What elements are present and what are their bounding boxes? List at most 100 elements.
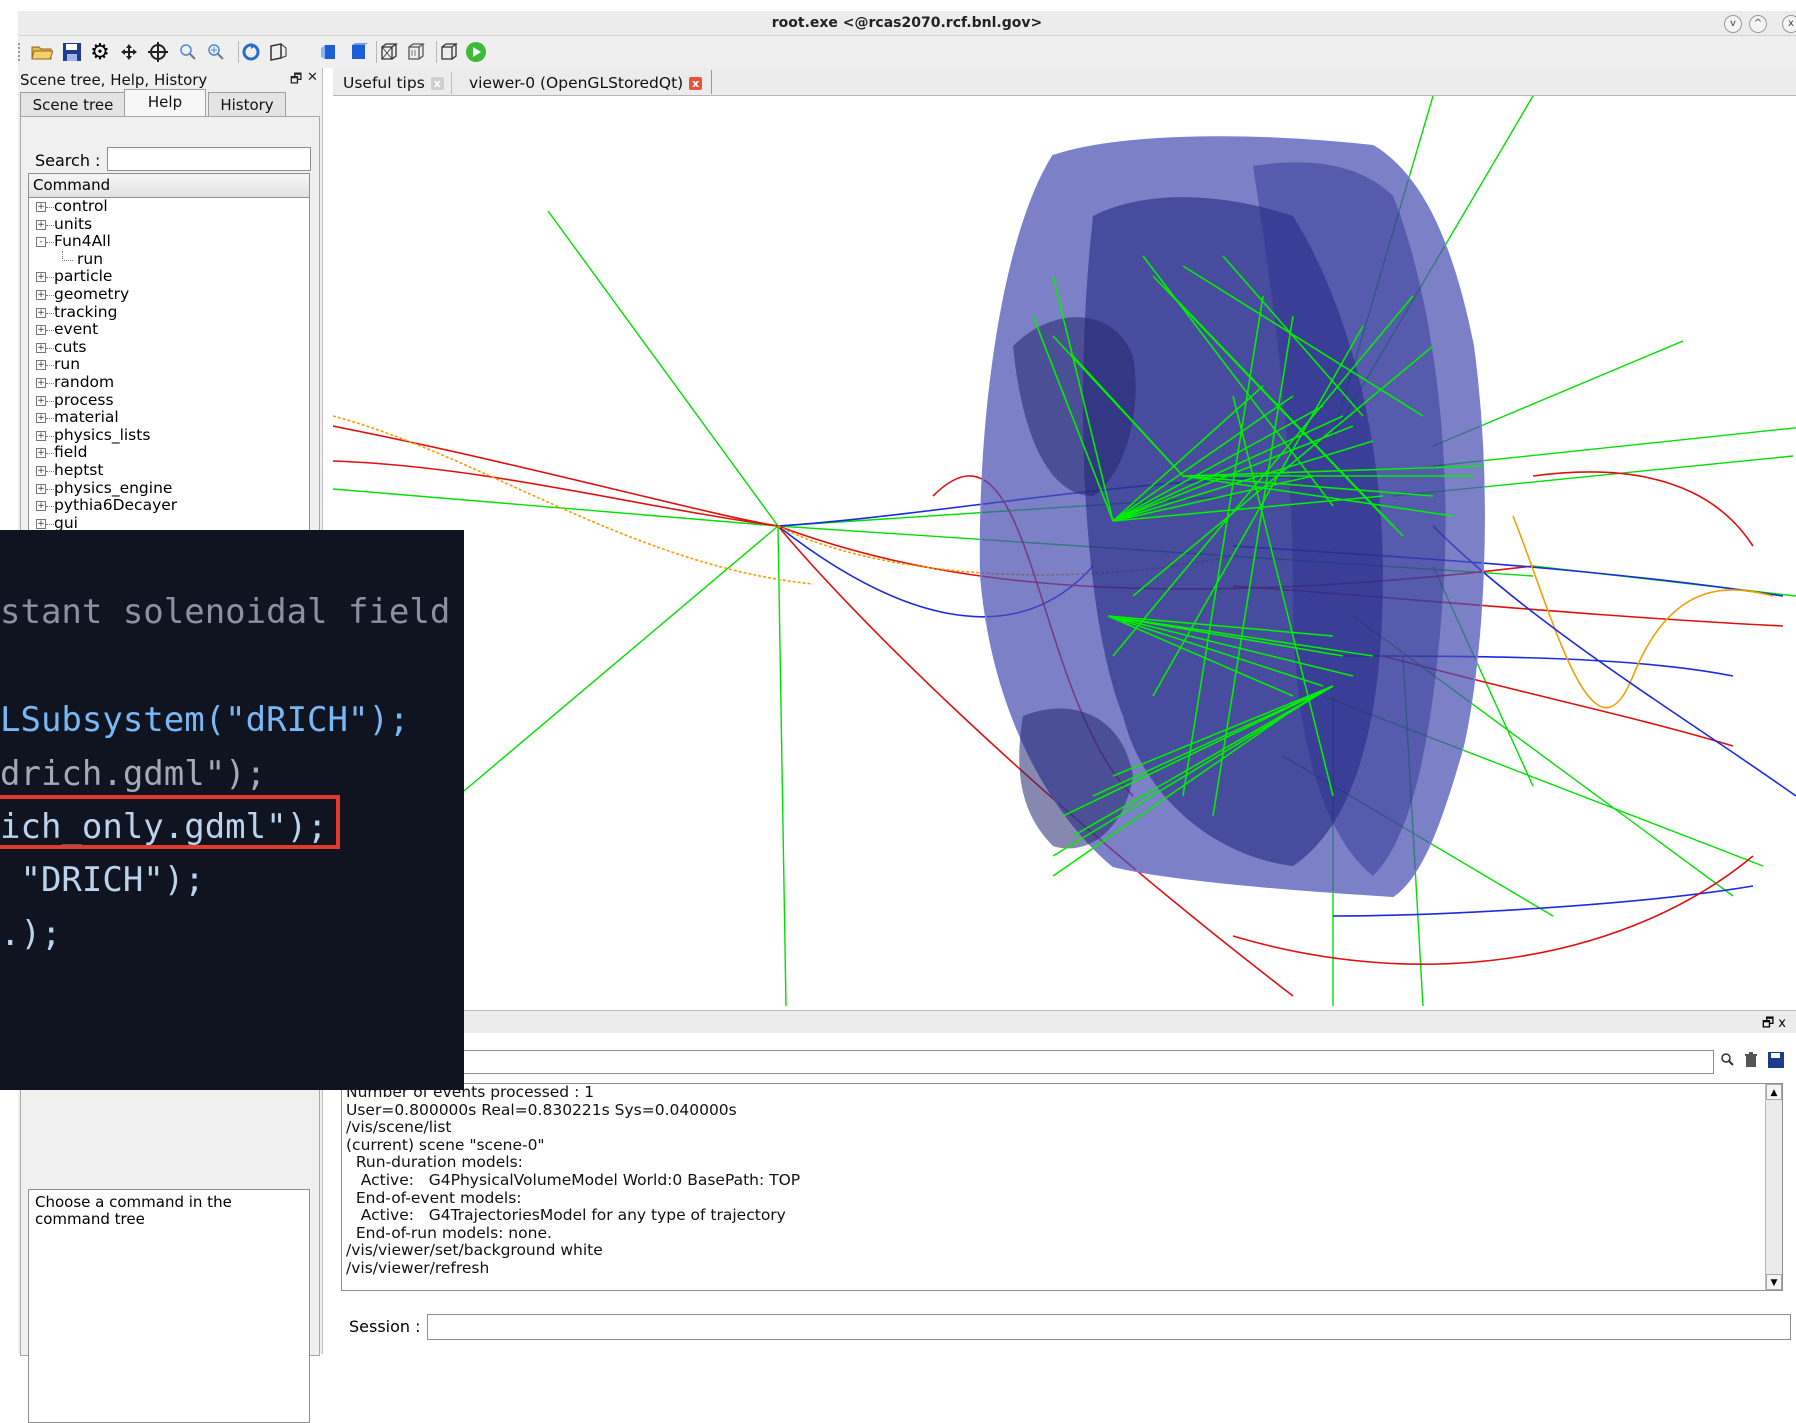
tree-item-run[interactable]: + run: [29, 356, 309, 374]
log-line: Active: G4PhysicalVolumeModel World:0 Ba…: [346, 1170, 801, 1189]
expand-icon[interactable]: +: [36, 342, 46, 353]
surface-icon[interactable]: [436, 41, 461, 63]
window-titlebar: root.exe <@rcas2070.rcf.bnl.gov> v ^ x: [18, 11, 1796, 36]
hidden-line-icon[interactable]: [404, 41, 428, 63]
output-dock-controls[interactable]: 🗗 x: [1762, 1014, 1786, 1036]
tab-history[interactable]: History: [208, 92, 286, 117]
save-log-icon[interactable]: [1768, 1052, 1784, 1072]
wireframe-icon[interactable]: [376, 41, 401, 63]
expand-icon[interactable]: +: [36, 325, 46, 336]
tree-item-random[interactable]: + random: [29, 373, 309, 392]
expand-icon[interactable]: +: [36, 307, 46, 318]
tree-item-material[interactable]: + material: [29, 409, 309, 427]
main-toolbar: ⚙: [18, 36, 1796, 68]
expand-icon[interactable]: +: [36, 413, 46, 424]
tree-item-field[interactable]: + field: [29, 444, 309, 462]
tab-useful-tips[interactable]: Useful tips x: [343, 72, 444, 94]
dock-float-button[interactable]: 🗗: [290, 70, 302, 92]
tree-item-pythia6decayer[interactable]: + pythia6Decayer: [29, 497, 309, 515]
log-line: User=0.800000s Real=0.830221s Sys=0.0400…: [346, 1100, 737, 1119]
code-line: stant solenoidal field: [0, 592, 451, 632]
tree-item-particle[interactable]: + particle: [29, 268, 309, 286]
tree-item-geometry[interactable]: + geometry: [29, 285, 309, 304]
log-line: /vis/scene/list: [346, 1118, 452, 1137]
expand-icon[interactable]: +: [36, 272, 46, 283]
rotate-icon[interactable]: [238, 41, 263, 63]
expand-icon[interactable]: +: [36, 448, 46, 459]
perspective-icon[interactable]: [266, 41, 290, 63]
expand-icon[interactable]: +: [36, 518, 46, 529]
tree-item-process[interactable]: + process: [29, 391, 309, 410]
close-tab-icon[interactable]: x: [430, 77, 444, 90]
expand-icon[interactable]: +: [36, 289, 46, 300]
tab-help[interactable]: Help: [124, 89, 206, 117]
tree-item-cuts[interactable]: + cuts: [29, 338, 309, 357]
tree-item-fun4all[interactable]: - Fun4All: [29, 233, 309, 251]
crosshair-icon[interactable]: [146, 41, 170, 63]
solid-view-icon[interactable]: [346, 41, 370, 63]
move-icon[interactable]: [117, 41, 141, 63]
expand-icon[interactable]: +: [36, 219, 46, 230]
expand-icon[interactable]: +: [36, 430, 46, 441]
search-icon[interactable]: [1720, 1052, 1734, 1070]
tree-item-heptst[interactable]: + heptst: [29, 461, 309, 480]
code-line: "DRICH");: [0, 860, 205, 900]
dock-close-button[interactable]: ✕: [307, 70, 318, 85]
log-line: Number of events processed : 1: [346, 1083, 595, 1101]
maximize-button[interactable]: ^: [1749, 15, 1767, 33]
close-tab-icon[interactable]: x: [689, 77, 703, 90]
viewer-tab-bar: Useful tips x viewer-0 (OpenGLStoredQt) x: [333, 68, 1796, 96]
output-filter-input[interactable]: [343, 1050, 1714, 1074]
log-line: /vis/viewer/set/background white: [346, 1241, 603, 1260]
event-display-canvas[interactable]: [333, 96, 1796, 1006]
output-dock-header: 🗗 x: [333, 1010, 1796, 1033]
search-label: Search :: [35, 151, 101, 170]
collapse-icon[interactable]: -: [36, 237, 46, 248]
command-tree[interactable]: Command + control + units - Fun4All run + pa…: [28, 173, 310, 543]
session-input[interactable]: [427, 1314, 1791, 1340]
opengl-viewer[interactable]: [333, 96, 1796, 1006]
search-input[interactable]: [107, 147, 311, 171]
code-line: drich.gdml");: [0, 754, 267, 794]
expand-icon[interactable]: +: [36, 202, 46, 212]
code-line: .);: [0, 914, 62, 954]
drich-detector-volume: [979, 136, 1485, 898]
tree-item-control[interactable]: + control: [29, 198, 309, 216]
command-tree-items: + control + units - Fun4All run + particle +…: [29, 198, 309, 532]
session-label: Session :: [349, 1317, 421, 1336]
tree-item-physics-lists[interactable]: + physics_lists: [29, 426, 309, 445]
close-window-button[interactable]: x: [1782, 15, 1796, 33]
minimize-button[interactable]: v: [1724, 15, 1742, 33]
tree-item-event[interactable]: + event: [29, 321, 309, 339]
zoom-out-icon[interactable]: [176, 41, 200, 63]
code-line: LSubsystem("dRICH");: [0, 700, 410, 740]
tree-item-physics-engine[interactable]: + physics_engine: [29, 479, 309, 498]
output-log[interactable]: Number of events processed : 1 User=0.80…: [341, 1083, 1783, 1291]
tab-scene-tree[interactable]: Scene tree: [20, 92, 126, 117]
expand-icon[interactable]: +: [36, 501, 46, 512]
expand-icon[interactable]: +: [36, 483, 46, 494]
trash-icon[interactable]: [1744, 1052, 1758, 1072]
scroll-up-button[interactable]: ▲: [1766, 1084, 1782, 1100]
code-snippet-overlay: stant solenoidal field LSubsystem("dRICH…: [0, 530, 464, 1090]
zoom-in-icon[interactable]: [204, 41, 228, 63]
command-tree-header[interactable]: Command: [29, 174, 309, 198]
tree-item-tracking[interactable]: + tracking: [29, 303, 309, 322]
expand-icon[interactable]: +: [36, 360, 46, 371]
expand-icon[interactable]: +: [36, 465, 46, 476]
open-folder-icon[interactable]: [30, 41, 54, 63]
expand-icon[interactable]: +: [36, 395, 46, 406]
save-icon[interactable]: [60, 41, 84, 63]
log-line: Active: G4TrajectoriesModel for any type…: [346, 1206, 786, 1225]
expand-icon[interactable]: +: [36, 377, 46, 388]
run-icon[interactable]: [464, 41, 488, 63]
grip-icon[interactable]: [18, 43, 28, 61]
tree-item-fun4all-run[interactable]: run: [29, 250, 309, 269]
highlight-box: [0, 795, 340, 849]
scroll-down-button[interactable]: ▼: [1766, 1274, 1782, 1290]
tab-viewer-0[interactable]: viewer-0 (OpenGLStoredQt) x: [469, 72, 703, 94]
gear-icon[interactable]: ⚙: [88, 40, 112, 65]
front-view-icon[interactable]: [316, 41, 340, 63]
tree-item-units[interactable]: + units: [29, 215, 309, 234]
output-scrollbar[interactable]: ▲ ▼: [1765, 1084, 1782, 1290]
